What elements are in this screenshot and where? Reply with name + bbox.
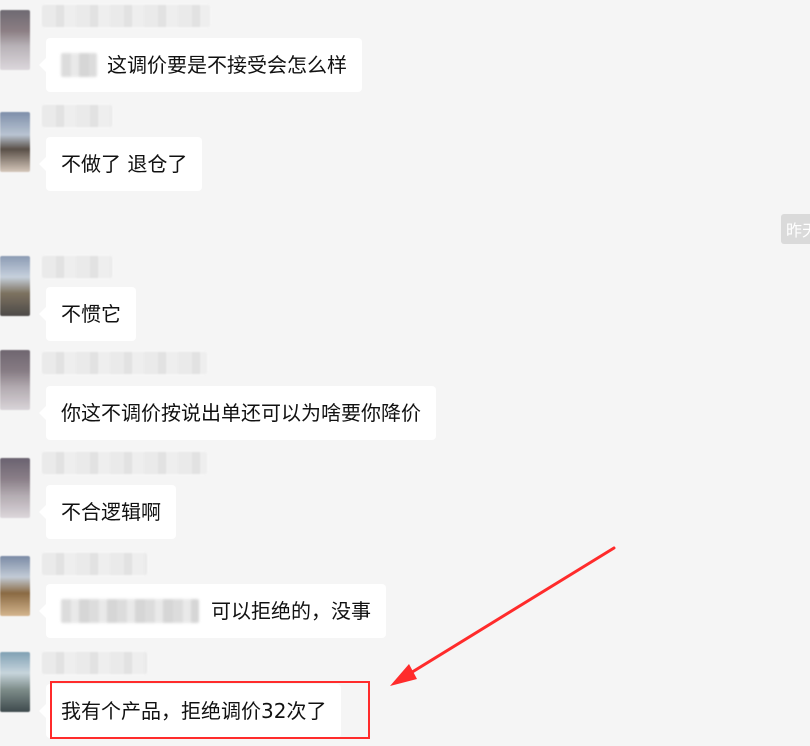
message-text: 你这不调价按说出单还可以为啥要你降价 xyxy=(61,401,421,425)
avatar[interactable] xyxy=(0,458,30,518)
arrow-head xyxy=(390,664,417,686)
sender-name xyxy=(42,452,207,474)
message-bubble[interactable]: 这调价要是不接受会怎么样 xyxy=(39,38,362,92)
avatar[interactable] xyxy=(0,10,30,70)
message-bubble[interactable]: 可以拒绝的，没事 xyxy=(39,584,386,638)
avatar[interactable] xyxy=(0,112,30,172)
blurred-prefix xyxy=(61,53,97,77)
avatar[interactable] xyxy=(0,256,30,316)
message-text: 可以拒绝的，没事 xyxy=(211,599,371,623)
sender-name xyxy=(42,352,207,374)
sender-name xyxy=(42,5,210,27)
message-bubble[interactable]: 我有个产品，拒绝调价32次了 xyxy=(38,684,342,738)
blurred-prefix xyxy=(61,599,199,623)
sender-name xyxy=(42,553,147,575)
message-bubble[interactable]: 不做了 退仓了 xyxy=(38,137,203,191)
avatar[interactable] xyxy=(0,652,30,712)
message-text: 不惯它 xyxy=(61,302,121,326)
message-bubble[interactable]: 不惯它 xyxy=(39,287,136,341)
sender-name xyxy=(42,652,147,674)
message-text: 我有个产品，拒绝调价32次了 xyxy=(61,699,327,723)
arrow-line xyxy=(394,546,616,684)
message-text: 不合逻辑啊 xyxy=(61,500,161,524)
message-text: 这调价要是不接受会怎么样 xyxy=(107,53,347,77)
chat-window: 这调价要是不接受会怎么样 不做了 退仓了 昨天 不惯它 你这不调价按说出单还可以… xyxy=(0,0,810,746)
timestamp-text: 昨天 xyxy=(786,221,810,240)
sender-name xyxy=(42,256,112,278)
timestamp-chip: 昨天 xyxy=(781,214,810,244)
sender-name xyxy=(42,105,112,127)
avatar[interactable] xyxy=(0,350,30,410)
message-bubble[interactable]: 不合逻辑啊 xyxy=(39,485,176,539)
message-text: 不做了 退仓了 xyxy=(61,152,188,176)
avatar[interactable] xyxy=(0,556,30,616)
message-bubble[interactable]: 你这不调价按说出单还可以为啥要你降价 xyxy=(39,386,436,440)
